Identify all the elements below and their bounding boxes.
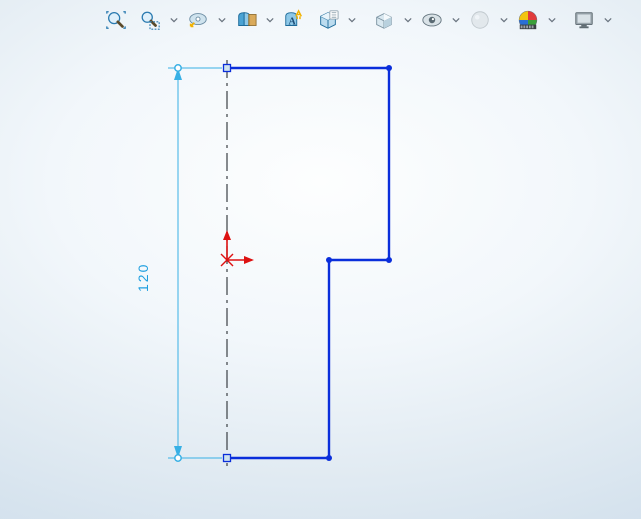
sketch-canvas[interactable]	[0, 0, 641, 519]
sketch-endpoints	[224, 65, 393, 462]
dimension-value[interactable]: 120	[136, 263, 150, 292]
dimension-120[interactable]	[168, 65, 222, 461]
sketch-profile[interactable]	[227, 68, 389, 458]
sketch-origin[interactable]	[221, 230, 254, 266]
graphics-viewport[interactable]: A	[0, 0, 641, 519]
